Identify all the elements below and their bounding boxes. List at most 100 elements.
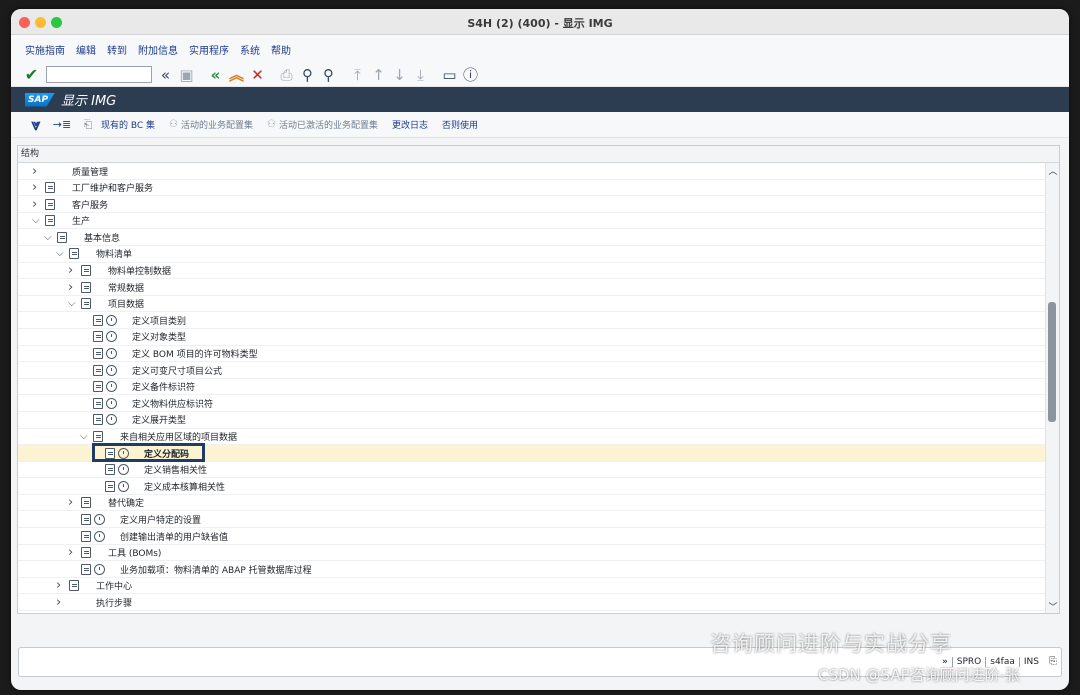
tree-node-label[interactable]: 定义 BOM 项目的许可物料类型 [132, 346, 258, 362]
menu-item-edit[interactable]: 编辑 [76, 42, 96, 57]
tree-row[interactable]: › 物料单控制数据 [18, 263, 1045, 280]
execute-activity-icon[interactable] [118, 480, 129, 492]
tree-node-label[interactable]: 定义项目类别 [132, 312, 186, 328]
tree-row[interactable]: 定义 BOM 项目的许可物料类型 [18, 346, 1045, 363]
collapse-icon[interactable]: →≣ [49, 118, 75, 131]
img-documentation-icon[interactable] [45, 215, 55, 227]
expand-chevron-icon[interactable]: › [68, 279, 80, 295]
vertical-scrollbar[interactable]: ︿ ﹀ [1045, 163, 1059, 613]
tree-node-label[interactable]: 定义物料供应标识符 [132, 395, 213, 411]
menu-item-goto[interactable]: 转到 [107, 42, 127, 57]
tree-node-label[interactable]: 替代确定 [108, 495, 144, 511]
execute-activity-icon[interactable] [106, 381, 117, 393]
img-documentation-icon[interactable] [69, 248, 79, 260]
cancel-icon[interactable]: ✕ [247, 65, 268, 85]
tree-row[interactable]: › 常规数据 [18, 279, 1045, 296]
collapse-chevron-icon[interactable]: ⌵ [44, 229, 56, 245]
menu-item-system[interactable]: 系统 [240, 42, 260, 57]
tree-node-label[interactable]: 生产 [72, 213, 90, 229]
print-icon[interactable]: ⎙ [276, 65, 297, 85]
execute-activity-icon[interactable] [106, 397, 117, 409]
find-next-icon[interactable]: ⚲ [318, 65, 339, 85]
expand-chevron-icon[interactable]: › [56, 594, 68, 610]
tree-node-label[interactable]: 工具 (BOMs) [108, 545, 161, 561]
tree-row[interactable]: › 工厂维护和客户服务 [18, 180, 1045, 197]
next-page-icon[interactable]: ↓ [389, 65, 410, 85]
tree-node-label[interactable]: 定义展开类型 [132, 412, 186, 428]
tree-row[interactable]: 定义展开类型 [18, 412, 1045, 429]
collapse-chevron-icon[interactable]: ⌵ [80, 429, 92, 445]
tree-row[interactable]: 定义对象类型 [18, 329, 1045, 346]
execute-activity-icon[interactable] [118, 464, 129, 476]
tree-node-label[interactable]: 定义备件标识符 [132, 379, 195, 395]
tree-node-label[interactable]: 基本信息 [84, 229, 120, 245]
execute-activity-icon[interactable] [106, 364, 117, 376]
img-documentation-icon[interactable] [81, 547, 91, 559]
img-documentation-icon[interactable] [81, 265, 91, 277]
previous-page-icon[interactable]: ↑ [368, 65, 389, 85]
tree-row[interactable]: ⌵ 物料清单 [18, 246, 1045, 263]
tree-node-label[interactable]: 物料单控制数据 [108, 263, 171, 279]
expand-chevron-icon[interactable]: › [56, 578, 68, 594]
tree-node-label[interactable]: 定义对象类型 [132, 329, 186, 345]
execute-activity-icon[interactable] [94, 530, 105, 542]
tree-row[interactable]: 定义销售相关性 [18, 462, 1045, 479]
first-page-icon[interactable]: ⤒ [347, 65, 368, 85]
tree-row[interactable]: 定义物料供应标识符 [18, 395, 1045, 412]
tree-node-label[interactable]: 定义销售相关性 [144, 462, 207, 478]
collapse-chevron-icon[interactable]: ⌵ [68, 296, 80, 312]
tree-node-label[interactable]: 创建输出清单的用户缺省值 [120, 528, 228, 544]
tree-row[interactable]: 创建输出清单的用户缺省值 [18, 528, 1045, 545]
where-used-button[interactable]: 否则使用 [442, 118, 478, 131]
tree-row[interactable]: 定义成本核算相关性 [18, 478, 1045, 495]
tree-node-label[interactable]: 项目数据 [108, 296, 144, 312]
document-icon[interactable]: ⎗ [75, 118, 101, 132]
execute-activity-icon[interactable] [106, 414, 117, 426]
activated-bc-sets-button[interactable]: ⚇ 活动已激活的业务配置集 [267, 118, 378, 131]
expand-chevron-icon[interactable]: › [68, 545, 80, 561]
img-documentation-icon[interactable] [81, 281, 91, 293]
status-layout-icon[interactable]: ⎘ [1049, 656, 1057, 667]
execute-activity-icon[interactable] [106, 314, 117, 326]
tree-row[interactable]: ⌵ 基本信息 [18, 229, 1045, 246]
scroll-up-icon[interactable]: ︿ [1046, 164, 1060, 177]
help-icon[interactable]: ⓘ [460, 65, 481, 85]
command-field[interactable] [46, 66, 152, 83]
execute-activity-icon[interactable] [94, 513, 105, 525]
tree-row[interactable]: 定义可变尺寸项目公式 [18, 362, 1045, 379]
tree-node-label[interactable]: 客户服务 [72, 196, 108, 212]
img-documentation-icon[interactable] [81, 497, 91, 509]
expand-chevron-icon[interactable]: › [68, 263, 80, 279]
tree-row[interactable]: › 客户服务 [18, 196, 1045, 213]
menu-item-utilities[interactable]: 实用程序 [189, 42, 229, 57]
img-documentation-icon[interactable] [69, 580, 79, 592]
scroll-down-icon[interactable]: ﹀ [1046, 600, 1060, 613]
existing-bc-sets-button[interactable]: 现有的 BC 集 [101, 118, 155, 131]
tree-row[interactable]: › 工作中心 [18, 578, 1045, 595]
collapse-chevron-icon[interactable]: ⌵ [32, 213, 44, 229]
tree-row[interactable]: › 执行步骤 [18, 594, 1045, 612]
tree-row[interactable]: › 替代确定 [18, 495, 1045, 512]
expand-chevron-icon[interactable]: › [32, 180, 44, 196]
img-documentation-icon[interactable] [45, 198, 55, 210]
tree-node-label[interactable]: 定义成本核算相关性 [144, 478, 225, 494]
img-documentation-icon[interactable] [45, 182, 55, 194]
tree-node-label[interactable]: 质量管理 [72, 163, 108, 179]
execute-activity-icon[interactable] [106, 348, 117, 360]
menu-item-guide[interactable]: 实施指南 [25, 42, 65, 57]
menu-item-help[interactable]: 帮助 [271, 42, 291, 57]
tree-row[interactable]: 定义备件标识符 [18, 379, 1045, 396]
expand-chevron-icon[interactable]: › [32, 196, 44, 212]
tree-row[interactable]: ⌵ 生产 [18, 213, 1045, 230]
menu-item-extras[interactable]: 附加信息 [138, 42, 178, 57]
back-icon[interactable]: « [205, 65, 226, 85]
find-icon[interactable]: ⚲ [297, 65, 318, 85]
tree-node-label[interactable]: 物料清单 [96, 246, 132, 262]
exit-icon[interactable]: ︽ [226, 65, 247, 85]
img-documentation-icon[interactable] [93, 431, 103, 442]
last-page-icon[interactable]: ⤓ [410, 65, 431, 85]
tree-node-label[interactable]: 来自相关应用区域的项目数据 [120, 429, 237, 445]
tree-node-label[interactable]: 工作中心 [96, 578, 132, 594]
tree-node-label[interactable]: 业务加载项：物料清单的 ABAP 托管数据库过程 [120, 561, 312, 577]
img-documentation-icon[interactable] [81, 298, 91, 310]
